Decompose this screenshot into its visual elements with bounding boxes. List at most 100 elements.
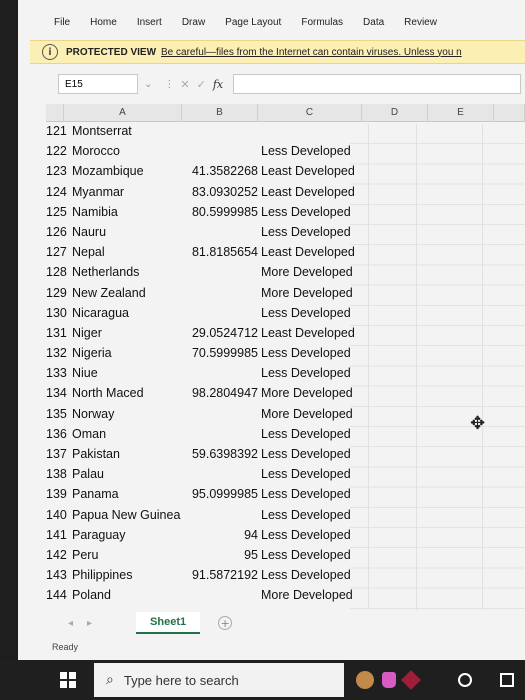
cell-value[interactable]: 80.5999985 xyxy=(182,205,258,225)
row-number[interactable]: 132 xyxy=(46,346,72,366)
row-number[interactable]: 144 xyxy=(46,588,72,608)
cell-empty[interactable] xyxy=(368,325,525,347)
cell-country[interactable]: Nicaragua xyxy=(72,306,182,326)
cell-country[interactable]: Panama xyxy=(72,487,182,507)
cell-empty[interactable] xyxy=(368,184,525,205)
row-number[interactable]: 126 xyxy=(46,225,72,245)
cell-value[interactable]: 95.0999985 xyxy=(182,487,258,507)
cell-status[interactable]: Least Developed xyxy=(258,245,368,265)
row-number[interactable]: 140 xyxy=(46,508,72,528)
row-number[interactable]: 136 xyxy=(46,427,72,447)
cell-country[interactable]: New Zealand xyxy=(72,286,182,306)
row-number[interactable]: 129 xyxy=(46,286,72,306)
ribbon-tab-home[interactable]: Home xyxy=(80,17,127,28)
column-header-c[interactable]: C xyxy=(258,104,362,121)
cell-country[interactable]: Papua New Guinea xyxy=(72,508,182,528)
cell-value[interactable] xyxy=(182,286,258,306)
cell-status[interactable]: More Developed xyxy=(258,286,368,306)
cell-empty[interactable] xyxy=(368,588,525,609)
cell-country[interactable]: Netherlands xyxy=(72,265,182,285)
formula-input[interactable] xyxy=(233,74,521,94)
cell-empty[interactable] xyxy=(368,507,525,528)
task-view-icon[interactable] xyxy=(500,673,514,687)
row-number[interactable]: 123 xyxy=(46,164,72,184)
cell-empty[interactable] xyxy=(368,265,525,286)
cell-status[interactable]: Less Developed xyxy=(258,144,368,164)
cell-value[interactable] xyxy=(182,225,258,245)
cell-status[interactable] xyxy=(258,124,368,144)
cell-status[interactable]: Less Developed xyxy=(258,467,368,487)
ribbon-tab-formulas[interactable]: Formulas xyxy=(291,17,353,28)
row-number[interactable]: 137 xyxy=(46,447,72,467)
row-number[interactable]: 143 xyxy=(46,568,72,588)
cell-value[interactable]: 95 xyxy=(182,548,258,568)
cell-value[interactable] xyxy=(182,265,258,285)
row-number[interactable]: 122 xyxy=(46,144,72,164)
cell-value[interactable]: 81.8185654 xyxy=(182,245,258,265)
column-header-d[interactable]: D xyxy=(362,104,428,121)
cell-status[interactable]: Less Developed xyxy=(258,508,368,528)
row-number[interactable]: 135 xyxy=(46,407,72,427)
row-number[interactable]: 141 xyxy=(46,528,72,548)
taskbar-search[interactable]: ⌕ Type here to search xyxy=(94,663,344,697)
cell-status[interactable]: Least Developed xyxy=(258,185,368,205)
add-sheet-icon[interactable]: + xyxy=(218,616,233,630)
cell-country[interactable]: Morocco xyxy=(72,144,182,164)
cell-country[interactable]: Pakistan xyxy=(72,447,182,467)
row-number[interactable]: 139 xyxy=(46,487,72,507)
cell-empty[interactable] xyxy=(368,547,525,569)
cell-value[interactable]: 41.3582268 xyxy=(182,164,258,184)
cancel-icon[interactable]: ✕ xyxy=(180,78,189,91)
cell-value[interactable] xyxy=(182,124,258,144)
row-number[interactable]: 133 xyxy=(46,366,72,386)
cell-country[interactable]: Palau xyxy=(72,467,182,487)
cell-status[interactable]: Less Developed xyxy=(258,548,368,568)
name-box[interactable]: E15 xyxy=(58,74,138,94)
cell-empty[interactable] xyxy=(368,527,525,548)
cell-status[interactable]: Less Developed xyxy=(258,427,368,447)
row-number[interactable]: 121 xyxy=(46,124,72,144)
cell-empty[interactable] xyxy=(368,426,525,447)
row-number[interactable]: 125 xyxy=(46,205,72,225)
cell-empty[interactable] xyxy=(368,245,525,266)
cell-value[interactable] xyxy=(182,144,258,164)
cell-status[interactable]: Less Developed xyxy=(258,528,368,548)
cell-country[interactable]: Namibia xyxy=(72,205,182,225)
windows-start-icon[interactable] xyxy=(60,672,76,688)
column-header-e[interactable]: E xyxy=(428,104,494,121)
cell-country[interactable]: Nepal xyxy=(72,245,182,265)
cell-value[interactable] xyxy=(182,467,258,487)
cell-value[interactable] xyxy=(182,366,258,386)
cell-country[interactable]: Philippines xyxy=(72,568,182,588)
cell-country[interactable]: Nauru xyxy=(72,225,182,245)
cell-country[interactable]: Montserrat xyxy=(72,124,182,144)
cell-status[interactable]: More Developed xyxy=(258,407,368,427)
cell-status[interactable]: More Developed xyxy=(258,386,368,406)
ribbon-tab-draw[interactable]: Draw xyxy=(172,17,215,28)
insert-function-icon[interactable]: fx xyxy=(213,78,223,91)
ribbon-tab-file[interactable]: File xyxy=(18,17,80,28)
cell-empty[interactable] xyxy=(368,467,525,488)
more-options-icon[interactable]: ⋮ xyxy=(164,79,174,90)
column-header-a[interactable]: A xyxy=(64,104,182,121)
cell-empty[interactable] xyxy=(368,224,525,246)
row-number[interactable]: 130 xyxy=(46,306,72,326)
cell-country[interactable]: Myanmar xyxy=(72,185,182,205)
row-number[interactable]: 131 xyxy=(46,326,72,346)
cell-value[interactable]: 83.0930252 xyxy=(182,185,258,205)
cell-empty[interactable] xyxy=(368,204,525,225)
cell-value[interactable] xyxy=(182,407,258,427)
cell-value[interactable]: 98.2804947 xyxy=(182,386,258,406)
cell-empty[interactable] xyxy=(368,144,525,165)
column-header-b[interactable]: B xyxy=(182,104,258,121)
cell-country[interactable]: Peru xyxy=(72,548,182,568)
cell-status[interactable]: Less Developed xyxy=(258,225,368,245)
cell-status[interactable]: Less Developed xyxy=(258,205,368,225)
row-number[interactable]: 128 xyxy=(46,265,72,285)
cell-empty[interactable] xyxy=(368,386,525,407)
cell-empty[interactable] xyxy=(368,285,525,306)
cell-country[interactable]: Oman xyxy=(72,427,182,447)
cell-status[interactable]: More Developed xyxy=(258,265,368,285)
cell-country[interactable]: Niue xyxy=(72,366,182,386)
cell-value[interactable]: 70.5999985 xyxy=(182,346,258,366)
